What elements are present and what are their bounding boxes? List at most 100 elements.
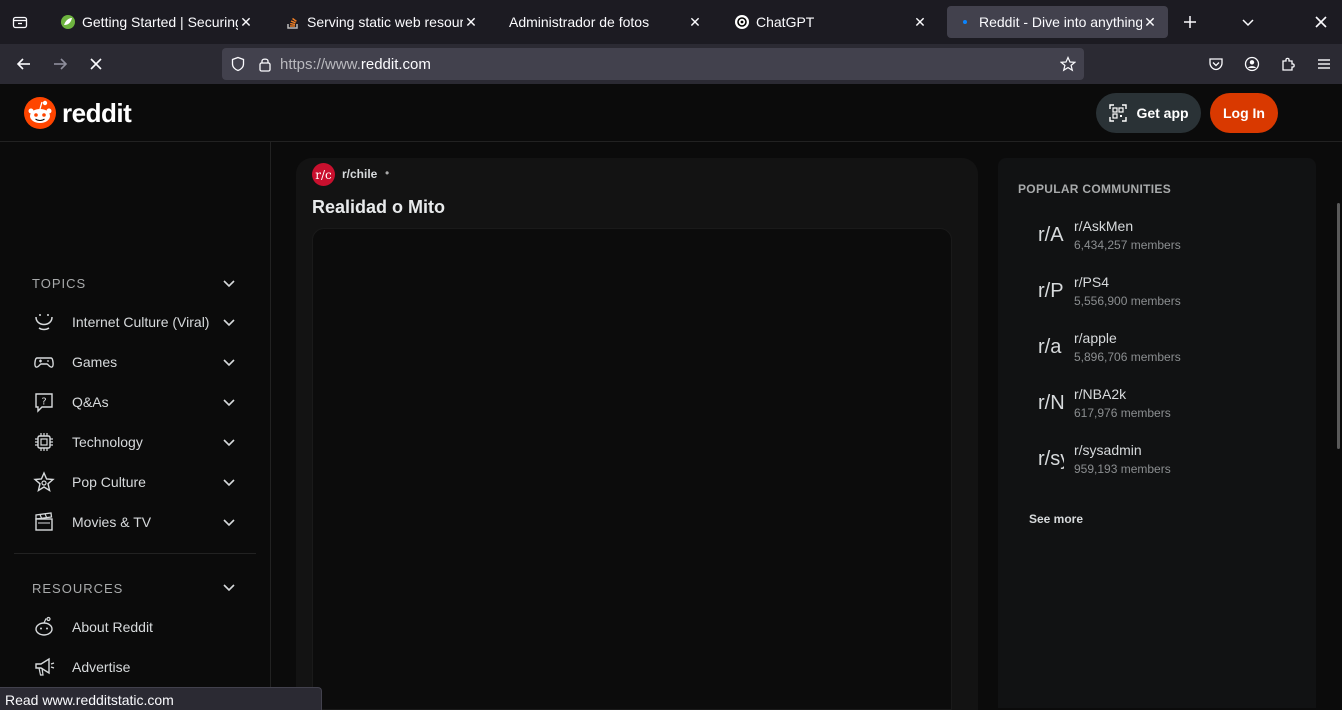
post-card[interactable]: r/c r/chile • Realidad o Mito [296, 158, 978, 710]
community-item[interactable]: r/N r/NBA2k 617,976 members [1038, 386, 1298, 426]
back-button[interactable] [6, 48, 42, 80]
sidebar-item-games[interactable]: Games [32, 344, 242, 380]
chevron-down-icon [223, 359, 235, 367]
get-app-button[interactable]: Get app [1096, 93, 1201, 133]
sidebar-item-technology[interactable]: Technology [32, 424, 242, 460]
sidebar-item-advertise[interactable]: Advertise [32, 649, 242, 685]
bookmark-star-icon[interactable] [1060, 56, 1076, 72]
menu-button[interactable] [1306, 48, 1342, 80]
url-host: reddit.com [360, 55, 431, 73]
chevron-down-icon [1242, 19, 1254, 27]
community-members: 959,193 members [1074, 462, 1171, 476]
chip-icon [32, 430, 56, 454]
openai-icon [734, 14, 750, 30]
firefox-view-icon [12, 16, 28, 29]
window-close-button[interactable] [1306, 0, 1336, 44]
shield-icon[interactable] [230, 56, 246, 72]
tab-close-icon[interactable]: ✕ [1142, 14, 1158, 30]
tab-close-icon[interactable]: ✕ [912, 14, 928, 30]
chevron-down-icon [223, 399, 235, 407]
community-name: r/apple [1074, 330, 1117, 346]
sidebar-item-label: Games [72, 354, 118, 370]
community-members: 5,896,706 members [1074, 350, 1181, 364]
puzzle-icon [1282, 57, 1295, 71]
sidebar-item-label: Pop Culture [72, 474, 146, 490]
see-more-button[interactable]: See more [1029, 512, 1083, 526]
gamepad-icon [32, 350, 56, 374]
community-name: r/sysadmin [1074, 442, 1142, 458]
sidebar-item-pop-culture[interactable]: Pop Culture [32, 464, 242, 500]
chevron-down-icon[interactable] [220, 578, 238, 596]
forward-button[interactable] [42, 48, 78, 80]
stop-icon [90, 58, 102, 70]
browser-tab-strip: Getting Started | Securing a Web Applica… [0, 0, 1342, 44]
smile-face-icon [32, 310, 56, 334]
sidebar-item-movies-tv[interactable]: Movies & TV [32, 504, 242, 540]
community-item[interactable]: r/a r/apple 5,896,706 members [1038, 330, 1298, 370]
url-scheme: https://www. [280, 55, 361, 73]
close-icon [1315, 16, 1327, 28]
community-members: 6,434,257 members [1074, 238, 1181, 252]
community-avatar: r/A [1038, 224, 1064, 246]
chevron-down-icon[interactable] [220, 274, 238, 292]
account-icon [1244, 56, 1260, 72]
topics-heading[interactable]: TOPICS [32, 276, 86, 291]
community-item[interactable]: r/P r/PS4 5,556,900 members [1038, 274, 1298, 314]
arrow-left-icon [16, 58, 30, 70]
popular-communities-panel: POPULAR COMMUNITIES r/A r/AskMen 6,434,2… [998, 158, 1316, 708]
star-icon [32, 470, 56, 494]
sidebar-item-internet-culture[interactable]: Internet Culture (Viral) [32, 304, 242, 340]
url-text[interactable]: https://www.reddit.com [280, 56, 431, 73]
account-button[interactable] [1234, 48, 1270, 80]
tab-title: Administrador de fotos [509, 14, 650, 30]
left-sidebar: TOPICS Internet Culture (Viral) Games ? … [0, 142, 271, 710]
pocket-button[interactable] [1198, 48, 1234, 80]
qr-code-icon [1109, 104, 1128, 122]
sidebar-item-qas[interactable]: ? Q&As [32, 384, 242, 420]
community-item[interactable]: r/A r/AskMen 6,434,257 members [1038, 218, 1298, 258]
post-title[interactable]: Realidad o Mito [312, 197, 445, 218]
browser-tab[interactable]: ChatGPT ✕ [724, 6, 938, 38]
browser-tab[interactable]: Serving static web resources ✕ [275, 6, 489, 38]
stop-button[interactable] [78, 48, 114, 80]
login-button[interactable]: Log In [1210, 93, 1278, 133]
sidebar-item-label: Q&As [72, 394, 109, 410]
login-label: Log In [1223, 105, 1265, 121]
tab-close-icon[interactable]: ✕ [238, 14, 254, 30]
subreddit-avatar[interactable]: r/c [312, 163, 335, 186]
lock-icon[interactable] [258, 56, 272, 72]
meta-separator: • [385, 166, 390, 180]
community-item[interactable]: r/sy r/sysadmin 959,193 members [1038, 442, 1298, 482]
page-scrollbar[interactable] [1337, 203, 1340, 449]
browser-tab-active[interactable]: Reddit - Dive into anything ✕ [947, 6, 1168, 38]
list-all-tabs-button[interactable] [1228, 0, 1268, 44]
sidebar-item-about-reddit[interactable]: About Reddit [32, 609, 242, 645]
browser-tab[interactable]: Administrador de fotos ✕ [499, 6, 713, 38]
resources-heading[interactable]: RESOURCES [32, 581, 123, 596]
svg-text:?: ? [41, 397, 46, 408]
firefox-view-button[interactable] [0, 0, 40, 44]
browser-tab[interactable]: Getting Started | Securing a Web Applica… [50, 6, 264, 38]
reddit-header: reddit Get app Log In [0, 84, 1342, 142]
hamburger-icon [1318, 59, 1330, 69]
tab-close-icon[interactable]: ✕ [463, 14, 479, 30]
reddit-wordmark: reddit [62, 97, 132, 128]
sidebar-item-label: About Reddit [72, 619, 153, 635]
tab-title: Getting Started | Securing a Web Applica… [82, 14, 238, 30]
post-media[interactable] [312, 228, 952, 710]
tab-title: ChatGPT [756, 14, 815, 30]
reddit-logo[interactable]: reddit [24, 97, 132, 129]
megaphone-icon [32, 655, 56, 679]
new-tab-button[interactable] [1170, 0, 1210, 44]
subreddit-name[interactable]: r/chile [342, 167, 377, 181]
tab-close-icon[interactable]: ✕ [687, 14, 703, 30]
popular-communities-heading: POPULAR COMMUNITIES [1018, 182, 1172, 196]
chevron-down-icon [223, 479, 235, 487]
community-name: r/AskMen [1074, 218, 1134, 234]
url-bar[interactable]: https://www.reddit.com [222, 48, 1084, 80]
extensions-button[interactable] [1270, 48, 1306, 80]
question-bubble-icon: ? [32, 390, 56, 414]
community-avatar: r/N [1038, 392, 1064, 414]
tab-title: Serving static web resources [307, 14, 463, 30]
arrow-right-icon [54, 58, 68, 70]
